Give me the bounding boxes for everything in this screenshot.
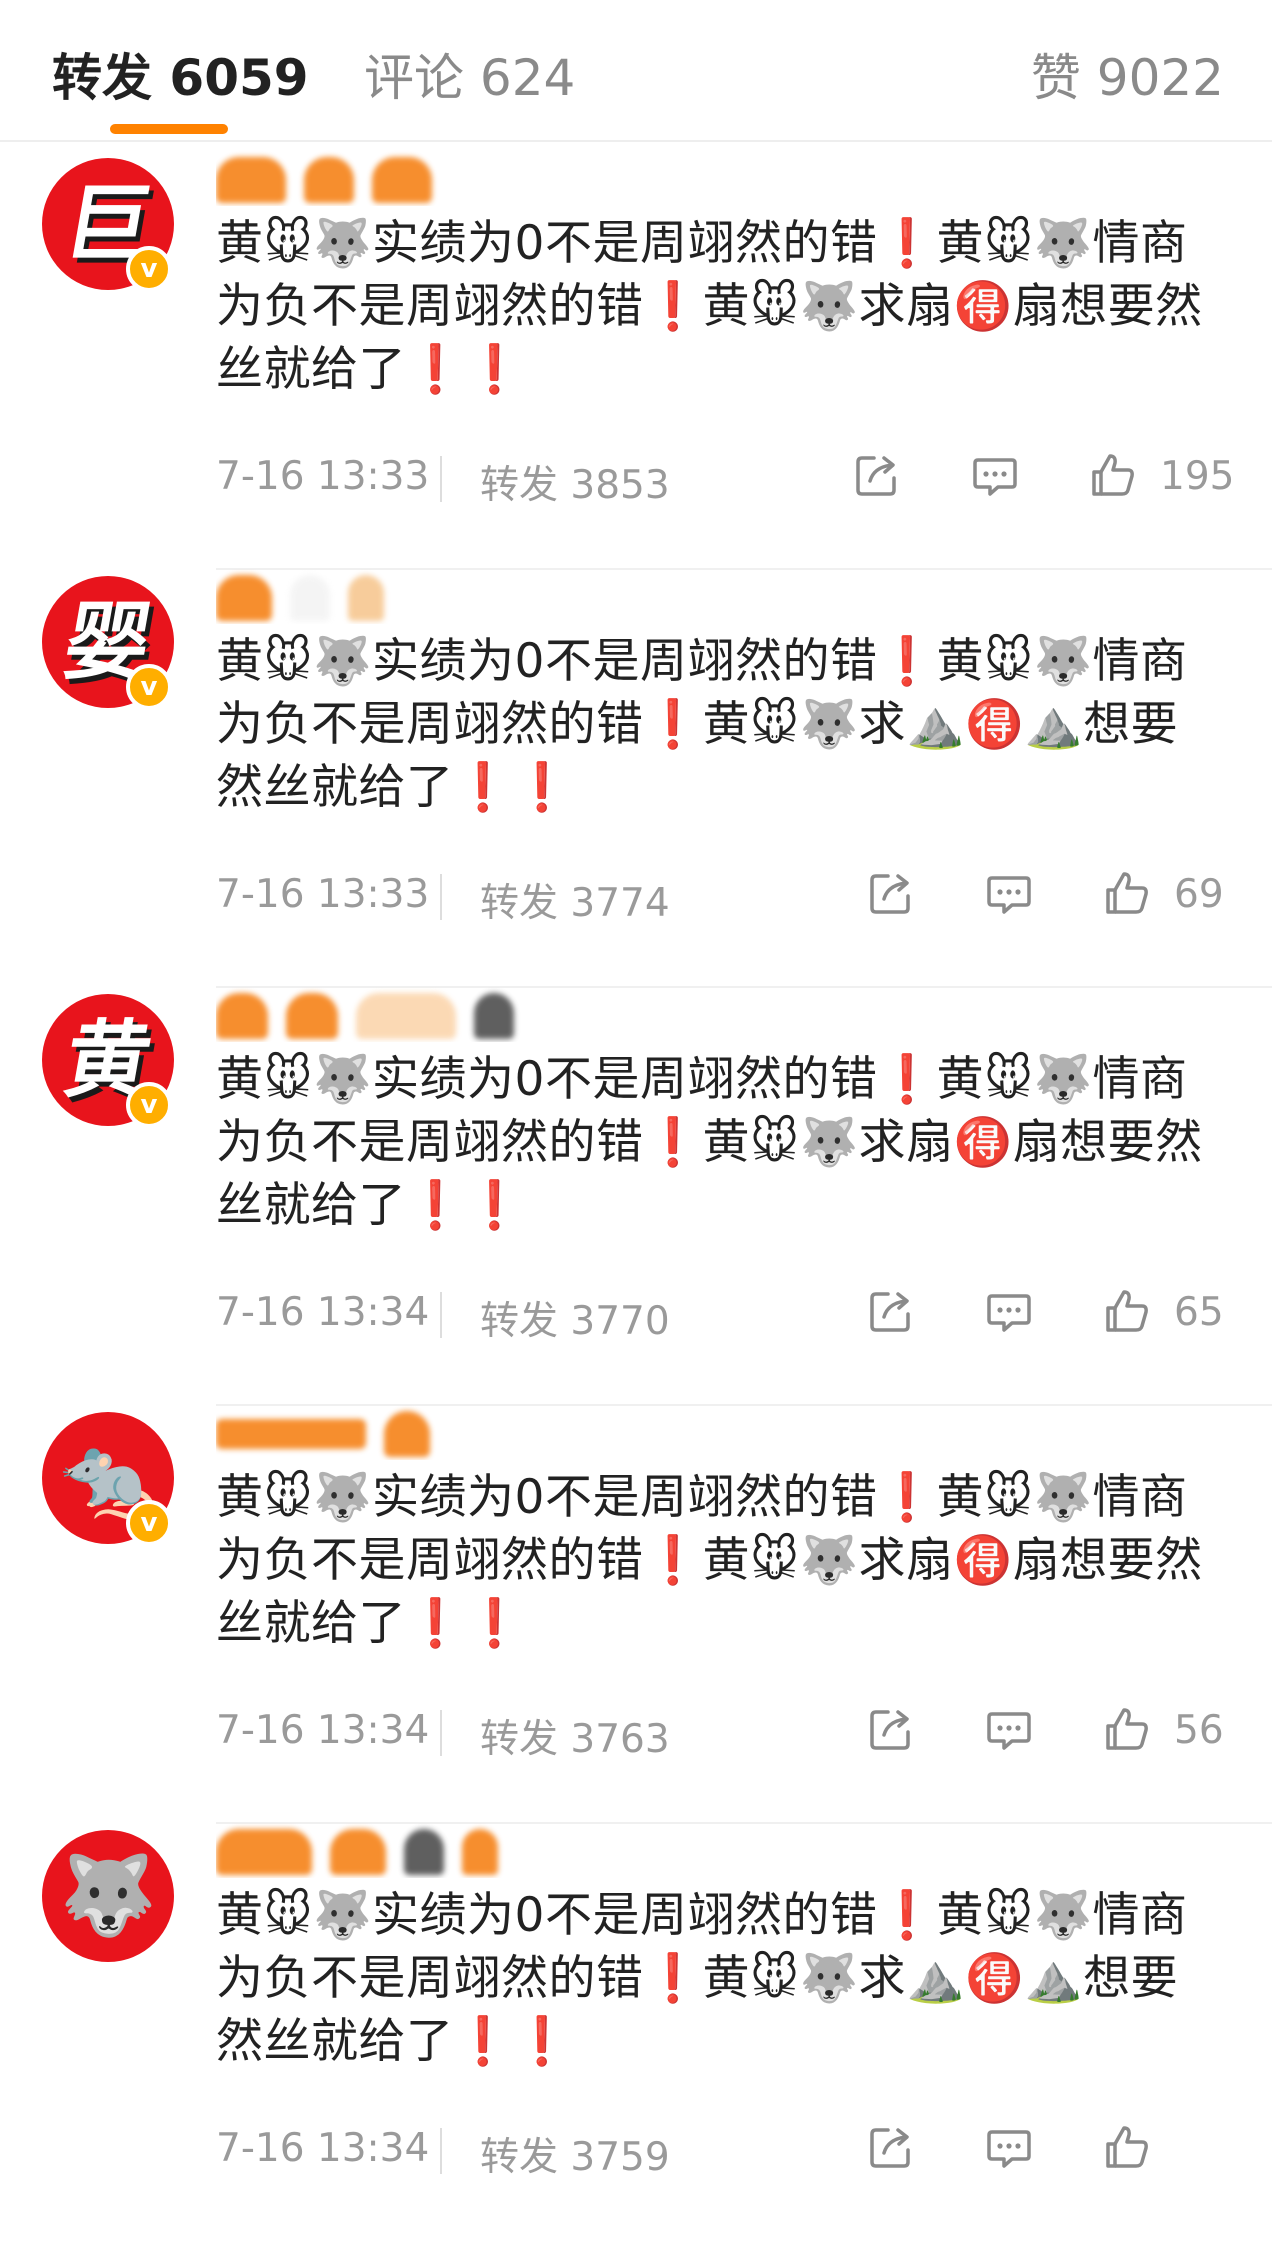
repost-item[interactable]: 🐺 黄🐭🐺实绩为0不是周翊然的错❗黄🐭🐺情商为负不是周翊然的错❗黄🐭🐺求⛰️🉐⛰… [0,1822,1272,2242]
share-icon[interactable] [852,450,902,500]
like-count: 195 [1160,454,1235,499]
meta-divider [440,1292,442,1338]
tab-like[interactable]: 赞 9022 [1031,38,1224,110]
meta-divider [440,1710,442,1756]
comment-icon[interactable] [970,450,1020,500]
repost-count[interactable]: 转发 3853 [480,454,670,510]
post-meta: 7-16 13:34 转发 3770 65 [216,1282,1236,1344]
username-obscured [216,1409,448,1457]
post-text: 黄🐭🐺实绩为0不是周翊然的错❗黄🐭🐺情商为负不是周翊然的错❗黄🐭🐺求扇🉐扇想要然… [216,1470,1203,1651]
username-obscured [216,573,402,621]
post-time: 7-16 13:34 [216,1708,430,1753]
avatar[interactable]: 🐺 [42,1830,174,1962]
post-text: 黄🐭🐺实绩为0不是周翊然的错❗黄🐭🐺情商为负不是周翊然的错❗黄🐭🐺求扇🉐扇想要然… [216,1052,1203,1233]
share-icon[interactable] [866,1286,916,1336]
verified-badge-icon: v [126,664,172,710]
meta-divider [440,2128,442,2174]
username-obscured [216,1827,516,1875]
username[interactable] [216,1404,776,1460]
share-icon[interactable] [866,868,916,918]
meta-divider [440,874,442,920]
username[interactable] [216,568,776,624]
post-text: 黄🐭🐺实绩为0不是周翊然的错❗黄🐭🐺情商为负不是周翊然的错❗黄🐭🐺求⛰️🉐⛰️想… [216,1888,1188,2069]
verified-badge-icon: v [126,1500,172,1546]
post-time: 7-16 13:34 [216,2126,430,2171]
post-time: 7-16 13:33 [216,872,430,917]
username-obscured [216,155,450,203]
comment-icon[interactable] [984,1286,1034,1336]
repost-item[interactable]: 黄 v 黄🐭🐺实绩为0不是周翊然的错❗黄🐭🐺情商为负不是周翊然的错❗黄🐭🐺求扇🉐… [0,986,1272,1406]
wolf-avatar-glyph: 🐺 [59,1851,157,1941]
thumbs-up-icon[interactable] [1102,1286,1152,1336]
username-obscured [216,991,532,1039]
thumbs-up-icon[interactable] [1102,868,1152,918]
post-text: 黄🐭🐺实绩为0不是周翊然的错❗黄🐭🐺情商为负不是周翊然的错❗黄🐭🐺求扇🉐扇想要然… [216,216,1203,397]
username[interactable] [216,1822,776,1878]
post-time: 7-16 13:33 [216,454,430,499]
post-time: 7-16 13:34 [216,1290,430,1335]
repost-item[interactable]: 🐀 v 黄🐭🐺实绩为0不是周翊然的错❗黄🐭🐺情商为负不是周翊然的错❗黄🐭🐺求扇🉐… [0,1404,1272,1824]
repost-count[interactable]: 转发 3763 [480,1708,670,1764]
comment-icon[interactable] [984,868,1034,918]
tab-comment[interactable]: 评论 624 [364,38,575,110]
meta-divider [440,456,442,502]
verified-badge-icon: v [126,1082,172,1128]
like-count: 56 [1174,1708,1224,1753]
post-text: 黄🐭🐺实绩为0不是周翊然的错❗黄🐭🐺情商为负不是周翊然的错❗黄🐭🐺求⛰️🉐⛰️想… [216,634,1188,815]
comment-icon[interactable] [984,1704,1034,1754]
repost-count[interactable]: 转发 3770 [480,1290,670,1346]
post-meta: 7-16 13:34 转发 3759 [216,2118,1236,2180]
repost-item[interactable]: 婴 v 黄🐭🐺实绩为0不是周翊然的错❗黄🐭🐺情商为负不是周翊然的错❗黄🐭🐺求⛰️… [0,568,1272,988]
tab-repost[interactable]: 转发 6059 [52,38,309,110]
repost-count[interactable]: 转发 3759 [480,2126,670,2182]
post-meta: 7-16 13:33 转发 3774 69 [216,864,1236,926]
share-icon[interactable] [866,1704,916,1754]
username[interactable] [216,150,776,206]
username[interactable] [216,986,776,1042]
active-tab-indicator [110,124,228,134]
verified-badge-icon: v [126,246,172,292]
like-count: 69 [1174,872,1224,917]
share-icon[interactable] [866,2122,916,2172]
post-meta: 7-16 13:34 转发 3763 56 [216,1700,1236,1762]
repost-count[interactable]: 转发 3774 [480,872,670,928]
post-meta: 7-16 13:33 转发 3853 195 [216,446,1236,508]
thumbs-up-icon[interactable] [1102,2122,1152,2172]
like-count: 65 [1174,1290,1224,1335]
repost-item[interactable]: 巨 v 黄🐭🐺实绩为0不是周翊然的错❗黄🐭🐺情商为负不是周翊然的错❗黄🐭🐺求扇🉐… [0,150,1272,570]
comment-icon[interactable] [984,2122,1034,2172]
thumbs-up-icon[interactable] [1088,450,1138,500]
thumbs-up-icon[interactable] [1102,1704,1152,1754]
tab-bar: 转发 6059 评论 624 赞 9022 [0,0,1272,142]
